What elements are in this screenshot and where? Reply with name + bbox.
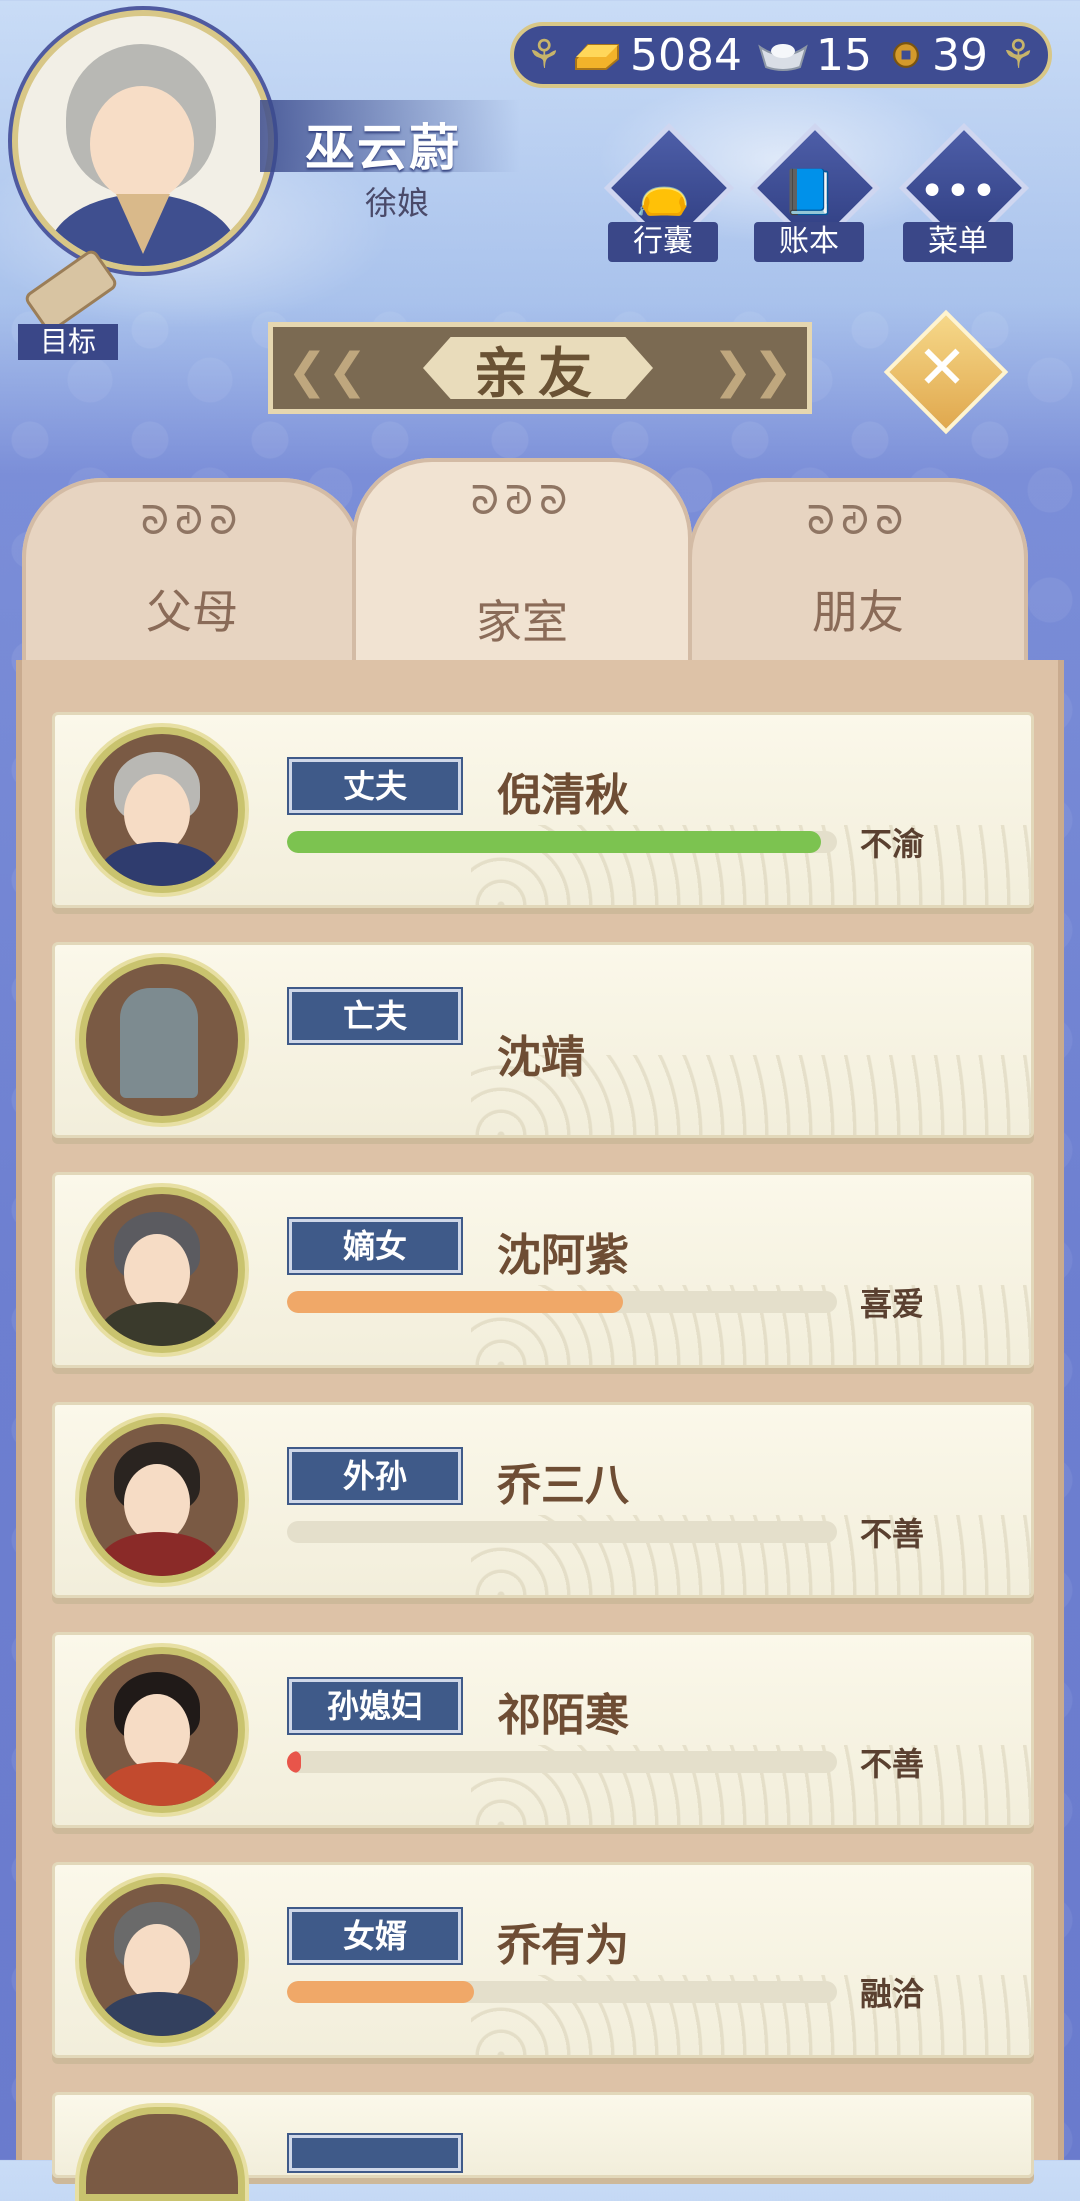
ledger-button[interactable]: 📘 账本 — [744, 122, 881, 262]
bag-icon: 👝 — [635, 167, 691, 218]
relative-name: 倪清秋 — [497, 770, 629, 821]
ledger-book-icon: 📘 — [781, 167, 837, 218]
affinity-bar — [287, 1521, 837, 1543]
avatar-face — [90, 86, 194, 202]
relation-badge — [287, 2133, 463, 2173]
cloud-ornament-icon: ᘐᘑᘐ — [140, 498, 244, 544]
affinity-bar-fill — [287, 1981, 474, 2003]
chevron-left-icon: ❮❮ — [287, 343, 368, 399]
list-item[interactable]: 亡夫 沈靖 — [52, 942, 1034, 1138]
affinity-bar — [287, 1751, 837, 1773]
player-title: 徐娘 — [365, 184, 430, 222]
list-item[interactable]: 女婿 乔有为 融洽 — [52, 1862, 1034, 2058]
mood-label: 喜爱 — [860, 1285, 925, 1323]
portrait-body — [100, 1302, 218, 1346]
portrait-body — [100, 1992, 218, 2036]
relation-badge: 孙媳妇 — [287, 1677, 463, 1735]
list-item[interactable]: 嫡女 沈阿紫 喜爱 — [52, 1172, 1034, 1368]
tombstone-icon — [120, 988, 198, 1098]
menu-label: 菜单 — [903, 222, 1013, 262]
tab-friends[interactable]: ᘐᘑᘐ 朋友 — [688, 478, 1028, 678]
cloud-ornament-icon: ᘐᘑᘐ — [470, 478, 574, 524]
gold-ingot-icon — [575, 44, 620, 70]
portrait-tombstone — [79, 957, 245, 1123]
portrait-body — [100, 1532, 218, 1576]
relation-badge: 丈夫 — [287, 757, 463, 815]
copper-currency: 39 — [886, 30, 988, 81]
gold-value: 5084 — [630, 29, 742, 81]
mood-label: 融洽 — [860, 1975, 925, 2013]
relation-badge: 嫡女 — [287, 1217, 463, 1275]
silver-ingot-icon — [758, 44, 808, 71]
bag-label: 行囊 — [608, 222, 718, 262]
mood-label: 不善 — [860, 1515, 925, 1553]
portrait-face — [124, 1464, 190, 1542]
copper-coin-icon — [893, 42, 919, 68]
list-item[interactable]: 丈夫 倪清秋 不渝 — [52, 712, 1034, 908]
title-banner: ❮❮ ❯❯ 亲友 — [268, 322, 812, 414]
more-dots-icon: ••• — [919, 166, 997, 217]
page-title: 亲友 — [423, 337, 653, 399]
player-name: 巫云蔚 — [305, 119, 461, 177]
affinity-bar-fill — [287, 831, 821, 853]
target-button[interactable]: 目标 — [18, 247, 120, 360]
portrait-face — [124, 1694, 190, 1772]
bamboo-left-icon: ⚘ — [526, 32, 562, 78]
silver-currency: 15 — [756, 30, 872, 81]
portrait-body — [100, 842, 218, 886]
relative-name: 乔三八 — [497, 1460, 629, 1511]
tab-family-label: 家室 — [476, 595, 568, 649]
affinity-bar — [287, 831, 837, 853]
portrait-face — [124, 1924, 190, 2002]
portrait-avatar — [79, 1187, 245, 1353]
portrait-avatar — [79, 727, 245, 893]
gold-currency: 5084 — [570, 30, 742, 81]
currency-bar: ⚘ 5084 15 39 ⚘ — [510, 22, 1052, 88]
relative-name: 沈靖 — [497, 1032, 585, 1083]
bag-button[interactable]: 👝 行囊 — [598, 122, 735, 262]
list-item-partial[interactable] — [52, 2092, 1034, 2201]
relation-badge: 外孙 — [287, 1447, 463, 1505]
affinity-bar — [287, 1981, 837, 2003]
relative-name: 沈阿紫 — [497, 1230, 629, 1281]
portrait-avatar — [79, 1647, 245, 1813]
portrait-body — [100, 1762, 218, 1806]
tab-parents[interactable]: ᘐᘑᘐ 父母 — [22, 478, 362, 678]
relation-badge: 女婿 — [287, 1907, 463, 1965]
target-label: 目标 — [18, 324, 118, 360]
tab-friends-label: 朋友 — [812, 585, 904, 639]
bamboo-right-icon: ⚘ — [1000, 32, 1036, 78]
affinity-bar-fill — [287, 1291, 623, 1313]
close-icon[interactable]: ✕ — [902, 328, 982, 408]
relative-name: 乔有为 — [497, 1920, 629, 1971]
chevron-right-icon: ❯❯ — [712, 343, 793, 399]
mood-label: 不渝 — [860, 825, 925, 863]
portrait-avatar — [79, 1417, 245, 1583]
relative-name: 祁陌寒 — [497, 1690, 629, 1741]
ledger-label: 账本 — [754, 222, 864, 262]
relation-badge: 亡夫 — [287, 987, 463, 1045]
tab-family[interactable]: ᘐᘑᘐ 家室 — [352, 458, 692, 678]
copper-value: 39 — [932, 29, 988, 81]
cloud-ornament-icon: ᘐᘑᘐ — [806, 498, 910, 544]
list-item[interactable]: 孙媳妇 祁陌寒 不善 — [52, 1632, 1034, 1828]
silver-value: 15 — [816, 29, 872, 81]
player-avatar[interactable] — [12, 10, 274, 272]
mood-label: 不善 — [860, 1745, 925, 1783]
list-item[interactable]: 外孙 乔三八 不善 — [52, 1402, 1034, 1598]
portrait-face — [124, 774, 190, 852]
portrait-avatar — [79, 1877, 245, 2043]
tab-parents-label: 父母 — [146, 585, 238, 639]
menu-button[interactable]: ••• 菜单 — [893, 122, 1030, 262]
portrait-face — [124, 1234, 190, 1312]
affinity-bar-fill — [287, 1751, 301, 1773]
portrait-avatar — [79, 2107, 245, 2201]
affinity-bar — [287, 1291, 837, 1313]
